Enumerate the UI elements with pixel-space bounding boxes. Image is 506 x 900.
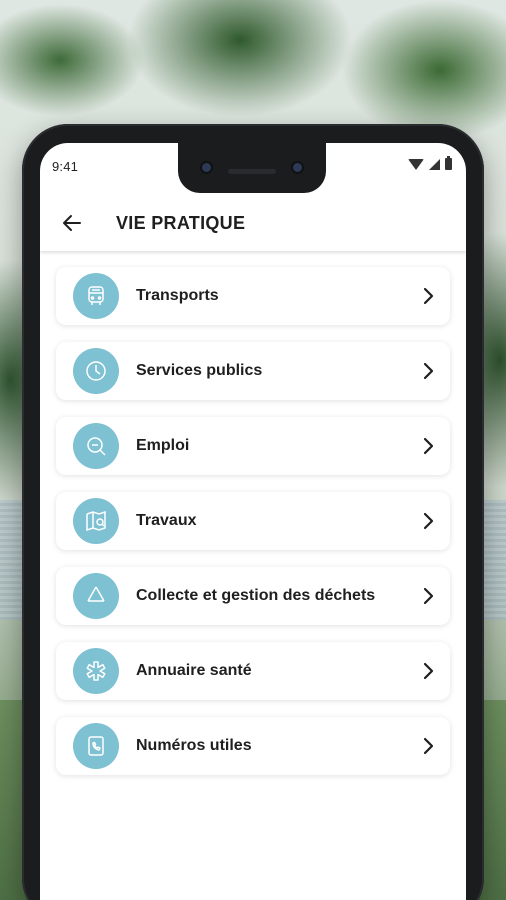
phone-notch — [178, 143, 326, 193]
recycle-icon — [73, 573, 119, 619]
menu-item-annuaire-sante[interactable]: Annuaire santé — [56, 642, 450, 700]
menu-item-transports[interactable]: Transports — [56, 267, 450, 325]
app-bar: VIE PRATIQUE — [40, 195, 466, 251]
status-icons — [408, 156, 452, 170]
clock-icon — [73, 348, 119, 394]
menu-item-label: Numéros utiles — [136, 737, 252, 754]
page-title: VIE PRATIQUE — [116, 212, 246, 233]
chevron-right-icon — [423, 737, 434, 755]
menu-item-label: Emploi — [136, 437, 190, 454]
arrow-left-icon — [63, 215, 81, 231]
chevron-right-icon — [423, 512, 434, 530]
map-search-icon — [73, 498, 119, 544]
menu-item-label: Services publics — [136, 362, 263, 379]
menu-item-numeros-utiles[interactable]: Numéros utiles — [56, 717, 450, 775]
chevron-right-icon — [423, 362, 434, 380]
menu-item-travaux[interactable]: Travaux — [56, 492, 450, 550]
menu-item-label: Transports — [136, 287, 219, 304]
status-time: 9:41 — [52, 159, 79, 174]
menu-item-emploi[interactable]: Emploi — [56, 417, 450, 475]
job-search-icon — [73, 423, 119, 469]
speaker-grille — [228, 169, 276, 174]
menu-item-label: Collecte et gestion des déchets — [136, 587, 376, 604]
wifi-icon — [408, 158, 424, 170]
sensor-icon — [293, 163, 302, 172]
medical-star-icon — [73, 648, 119, 694]
chevron-right-icon — [423, 587, 434, 605]
menu-item-label: Travaux — [136, 512, 197, 529]
camera-icon — [202, 163, 211, 172]
menu-item-collecte-dechets[interactable]: Collecte et gestion des déchets — [56, 567, 450, 625]
menu-list: Transports Services publics Emploi Trava… — [56, 267, 450, 792]
bus-icon — [73, 273, 119, 319]
menu-item-services-publics[interactable]: Services publics — [56, 342, 450, 400]
battery-icon — [445, 156, 452, 170]
chevron-right-icon — [423, 437, 434, 455]
phone-book-icon — [73, 723, 119, 769]
back-button[interactable] — [54, 205, 90, 241]
menu-item-label: Annuaire santé — [136, 662, 252, 679]
chevron-right-icon — [423, 662, 434, 680]
phone-screen: 9:41 VIE PRATIQUE Transports Services pu… — [40, 143, 466, 900]
chevron-right-icon — [423, 287, 434, 305]
cell-signal-icon — [429, 158, 440, 170]
